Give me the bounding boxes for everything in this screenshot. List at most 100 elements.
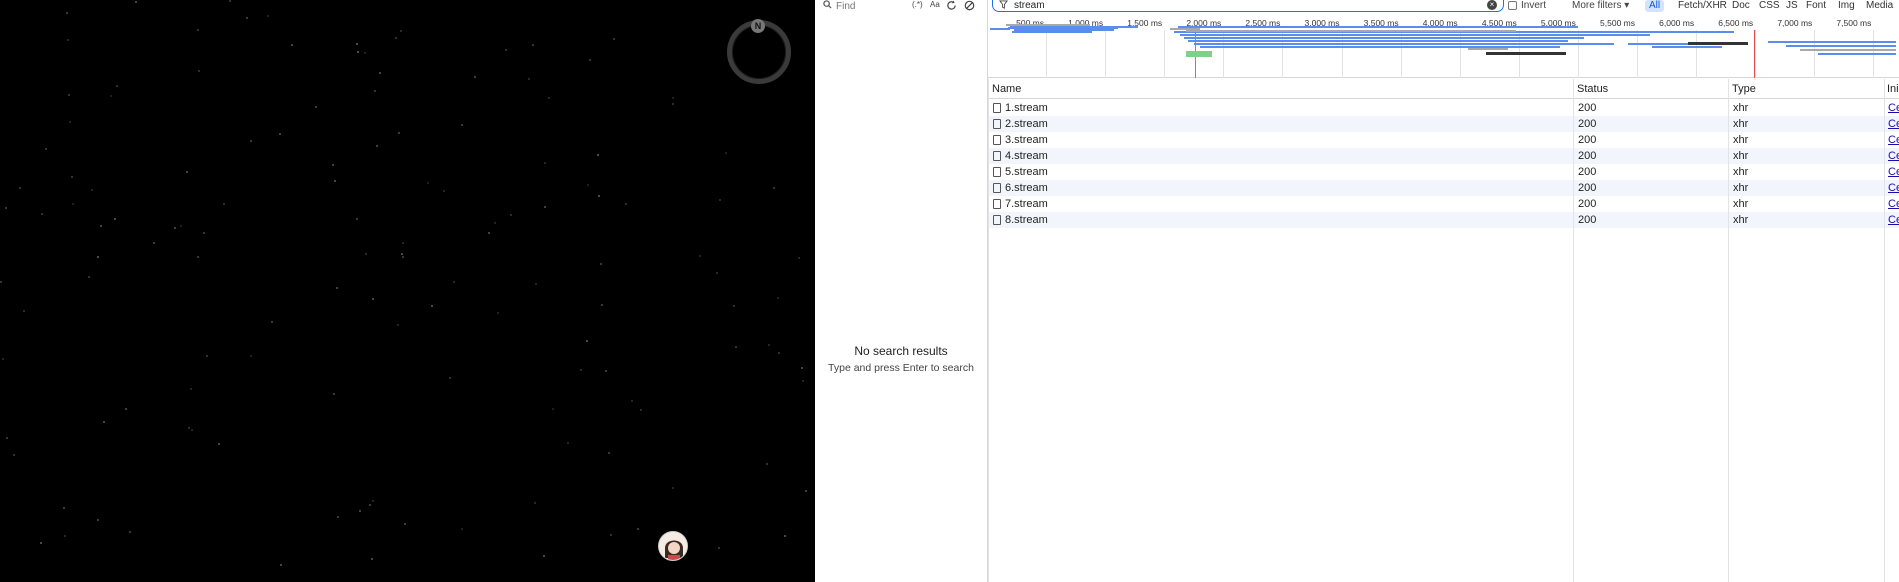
star-dot bbox=[543, 555, 545, 557]
star-dot bbox=[114, 218, 116, 220]
checkbox-icon bbox=[1508, 1, 1517, 10]
document-icon bbox=[993, 151, 1001, 161]
refresh-icon[interactable] bbox=[946, 0, 957, 14]
match-case-toggle[interactable]: Aa bbox=[930, 0, 940, 9]
search-panel: Find (.*) Aa No search results Type and … bbox=[815, 0, 988, 582]
star-dot bbox=[174, 227, 176, 229]
star-dot bbox=[63, 507, 65, 509]
document-icon bbox=[993, 183, 1001, 193]
star-dot bbox=[625, 203, 627, 205]
request-initiator-link[interactable]: Ce bbox=[1888, 134, 1899, 146]
star-dot bbox=[365, 253, 367, 255]
waterfall-bar bbox=[1652, 46, 1722, 48]
star-dot bbox=[729, 60, 731, 62]
clear-icon[interactable] bbox=[964, 0, 975, 14]
table-row[interactable]: 4.stream 200 xhr Ce bbox=[988, 148, 1899, 164]
type-filter-img[interactable]: Img bbox=[1834, 0, 1859, 12]
timeline-gridline bbox=[1814, 30, 1816, 78]
filter-input[interactable]: stream × bbox=[992, 0, 1504, 12]
star-dot bbox=[613, 38, 615, 40]
waterfall-bar bbox=[1786, 45, 1896, 47]
star-dot bbox=[640, 409, 642, 411]
table-row[interactable]: 7.stream 200 xhr Ce bbox=[988, 196, 1899, 212]
waterfall-bar bbox=[1486, 52, 1566, 55]
network-panel: stream × Invert More filters ▾ All Fetch… bbox=[947, 0, 1899, 582]
type-filter-font[interactable]: Font bbox=[1802, 0, 1830, 12]
timeline-tick-label: 7,000 ms bbox=[1777, 18, 1813, 28]
request-type: xhr bbox=[1733, 102, 1749, 114]
request-initiator-link[interactable]: Ce bbox=[1888, 166, 1899, 178]
star-dot bbox=[376, 145, 378, 147]
column-header-status[interactable]: Status bbox=[1577, 83, 1608, 95]
type-filter-doc[interactable]: Doc bbox=[1728, 0, 1754, 12]
table-row[interactable]: 1.stream 200 xhr Ce bbox=[988, 100, 1899, 116]
star-dot bbox=[719, 199, 721, 201]
request-type: xhr bbox=[1733, 166, 1749, 178]
request-name: 6.stream bbox=[1005, 182, 1048, 194]
star-dot bbox=[494, 222, 496, 224]
request-type: xhr bbox=[1733, 214, 1749, 226]
star-dot bbox=[637, 528, 639, 530]
table-row[interactable]: 2.stream 200 xhr Ce bbox=[988, 116, 1899, 132]
waterfall-bar bbox=[1188, 40, 1568, 42]
avatar[interactable] bbox=[658, 531, 688, 561]
star-dot bbox=[601, 304, 603, 306]
regex-toggle[interactable]: (.*) bbox=[912, 0, 923, 9]
star-dot bbox=[544, 206, 546, 208]
type-filter-css[interactable]: CSS bbox=[1755, 0, 1784, 12]
type-filter-fetch-xhr[interactable]: Fetch/XHR bbox=[1674, 0, 1731, 12]
star-dot bbox=[0, 281, 2, 283]
star-dot bbox=[67, 39, 69, 41]
star-dot bbox=[580, 369, 582, 371]
table-row[interactable]: 8.stream 200 xhr Ce bbox=[988, 212, 1899, 228]
star-dot bbox=[315, 106, 317, 108]
type-filter-all[interactable]: All bbox=[1645, 0, 1665, 12]
more-filters-dropdown[interactable]: More filters ▾ bbox=[1572, 0, 1629, 11]
column-header-name[interactable]: Name bbox=[992, 83, 1021, 95]
find-bar[interactable]: Find (.*) Aa bbox=[815, 0, 987, 12]
request-initiator-link[interactable]: Ce bbox=[1888, 150, 1899, 162]
star-dot bbox=[735, 346, 737, 348]
star-dot bbox=[798, 257, 800, 259]
star-dot bbox=[725, 152, 727, 154]
request-initiator-link[interactable]: Ce bbox=[1888, 102, 1899, 114]
invert-checkbox[interactable]: Invert bbox=[1508, 0, 1546, 11]
star-dot bbox=[461, 124, 463, 126]
star-dot bbox=[716, 272, 718, 274]
request-initiator-link[interactable]: Ce bbox=[1888, 118, 1899, 130]
table-row[interactable]: 5.stream 200 xhr Ce bbox=[988, 164, 1899, 180]
type-filter-media[interactable]: Media bbox=[1862, 0, 1897, 12]
request-initiator-link[interactable]: Ce bbox=[1888, 198, 1899, 210]
star-dot bbox=[497, 312, 499, 314]
column-header-type[interactable]: Type bbox=[1732, 83, 1756, 95]
table-row[interactable]: 3.stream 200 xhr Ce bbox=[988, 132, 1899, 148]
clear-filter-icon[interactable]: × bbox=[1487, 0, 1497, 10]
request-name: 3.stream bbox=[1005, 134, 1048, 146]
type-filter-js[interactable]: JS bbox=[1782, 0, 1802, 12]
table-row[interactable]: 6.stream 200 xhr Ce bbox=[988, 180, 1899, 196]
waterfall-bar bbox=[990, 28, 1010, 30]
waterfall-bar bbox=[1818, 53, 1896, 55]
find-input[interactable]: Find bbox=[836, 1, 855, 12]
request-initiator-link[interactable]: Ce bbox=[1888, 214, 1899, 226]
request-name: 2.stream bbox=[1005, 118, 1048, 130]
waterfall-bar bbox=[1186, 51, 1212, 57]
star-dot bbox=[672, 103, 674, 105]
star-dot bbox=[510, 214, 512, 216]
star-dot bbox=[5, 207, 7, 209]
star-dot bbox=[68, 94, 70, 96]
star-dot bbox=[778, 352, 780, 354]
star-dot bbox=[69, 121, 71, 123]
waterfall-bar bbox=[1194, 43, 1614, 45]
star-dot bbox=[766, 463, 768, 465]
waterfall-bar bbox=[1688, 42, 1748, 45]
invert-label: Invert bbox=[1521, 0, 1547, 11]
request-initiator-link[interactable]: Ce bbox=[1888, 182, 1899, 194]
star-dot bbox=[66, 12, 68, 14]
column-header-initiator[interactable]: Ini bbox=[1887, 83, 1899, 95]
star-dot bbox=[631, 400, 633, 402]
star-dot bbox=[768, 344, 770, 346]
star-dot bbox=[567, 442, 569, 444]
ring-badge: N bbox=[751, 19, 765, 33]
timeline-overview[interactable]: 500 ms 1,000 ms 1,500 ms 2,000 ms 2,500 ms 3,… bbox=[988, 12, 1899, 78]
